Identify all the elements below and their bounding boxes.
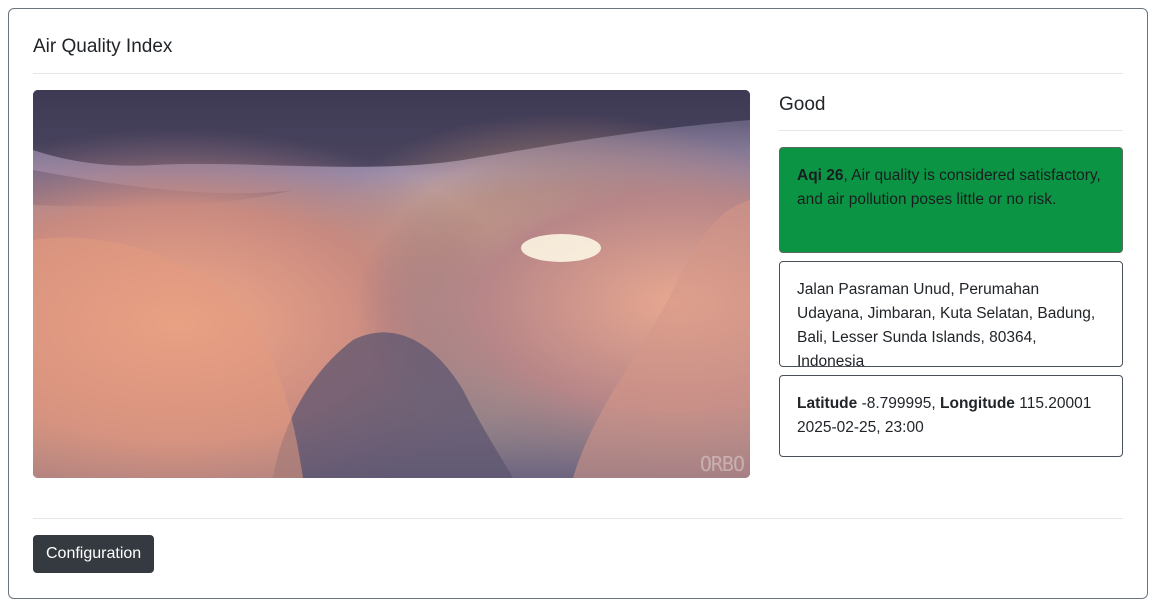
- latitude-label: Latitude: [797, 395, 858, 412]
- measurement-timestamp: 2025-02-25, 23:00: [797, 419, 924, 436]
- configuration-button[interactable]: Configuration: [33, 535, 155, 573]
- aqi-status-label: Good: [779, 94, 826, 115]
- coordinates-box: Latitude -8.799995, Longitude 115.20001 …: [779, 375, 1123, 457]
- header-divider: [33, 73, 1123, 74]
- footer-divider: [33, 518, 1123, 519]
- air-quality-card: Air Quality Index ORBO Good Aqi 26, Air …: [8, 8, 1148, 599]
- card-title: Air Quality Index: [33, 36, 173, 57]
- aqi-details-panel: Good Aqi 26, Air quality is considered s…: [779, 90, 1123, 465]
- status-divider: [779, 130, 1123, 131]
- aqi-value: Aqi 26: [797, 167, 844, 184]
- sky-illustration: [33, 90, 750, 478]
- sky-image: ORBO: [33, 90, 750, 478]
- image-watermark: ORBO: [699, 452, 745, 476]
- location-address: Jalan Pasraman Unud, Perumahan Udayana, …: [797, 281, 1096, 370]
- aqi-summary-box: Aqi 26, Air quality is considered satisf…: [779, 147, 1123, 253]
- location-address-box: Jalan Pasraman Unud, Perumahan Udayana, …: [779, 261, 1123, 370]
- latitude-value: -8.799995,: [857, 395, 941, 412]
- longitude-label: Longitude: [940, 395, 1015, 412]
- aqi-description: , Air quality is considered satisfactory…: [797, 167, 1101, 208]
- longitude-value: 115.20001: [1014, 395, 1092, 412]
